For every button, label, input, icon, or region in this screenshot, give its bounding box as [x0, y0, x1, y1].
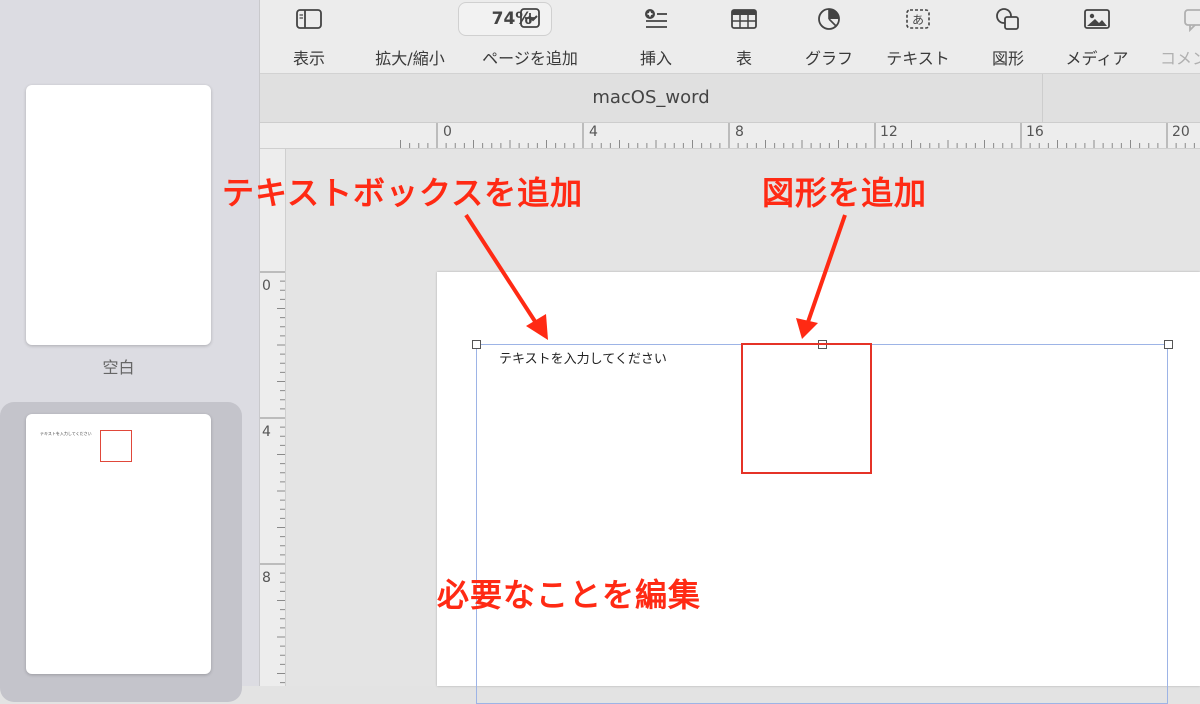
insert-label: 挿入 — [639, 49, 672, 68]
insert-list-icon — [645, 9, 667, 28]
page-thumbnail-current[interactable]: テキストを入力してください — [26, 414, 211, 674]
text-button[interactable]: あ テキスト — [876, 0, 960, 73]
ruler-label-8: 8 — [735, 124, 744, 140]
annotation-add-textbox: テキストボックスを追加 — [222, 174, 584, 212]
document-tab-bar: macOS_word — [260, 74, 1200, 123]
resize-handle-top-left[interactable] — [472, 340, 481, 349]
svg-text:あ: あ — [912, 13, 924, 27]
horizontal-ruler-ticks — [400, 123, 1195, 148]
shape-icon — [996, 8, 1019, 30]
plus-square-icon — [520, 8, 540, 28]
thumbnail-shape — [100, 430, 132, 462]
comment-icon — [1184, 9, 1200, 32]
vertical-ruler-ticks — [260, 271, 285, 684]
vruler-label-8: 8 — [262, 570, 271, 586]
ruler-label-0: 0 — [443, 124, 452, 140]
toolbar: 表示 74% 拡大/縮小 ページを追加 挿入 表 グラフ あ テキスト 図形 メ… — [260, 0, 1200, 74]
media-icon — [1084, 9, 1110, 29]
rectangle-shape[interactable] — [741, 343, 872, 474]
table-button[interactable]: 表 — [714, 0, 774, 73]
annotation-edit: 必要なことを編集 — [437, 576, 702, 614]
annotation-add-shape: 図形を追加 — [762, 174, 928, 212]
vruler-label-0: 0 — [262, 278, 271, 294]
comment-button[interactable]: コメント — [1154, 0, 1200, 73]
ruler-label-4: 4 — [589, 124, 598, 140]
ruler-label-20: 20 — [1172, 124, 1190, 140]
insert-button[interactable]: 挿入 — [626, 0, 686, 73]
chart-icon — [818, 8, 840, 30]
resize-handle-top-right[interactable] — [1164, 340, 1173, 349]
thumbnail-text: テキストを入力してください — [40, 431, 92, 436]
vruler-label-4: 4 — [262, 424, 271, 440]
page-thumbnail-blank[interactable] — [26, 85, 211, 345]
add-page-label: ページを追加 — [482, 49, 578, 68]
table-label: 表 — [735, 49, 752, 68]
sidebar-icon — [296, 9, 322, 29]
zoom-label: 拡大/縮小 — [375, 49, 445, 68]
text-box-placeholder[interactable]: テキストを入力してください — [499, 348, 667, 367]
page-thumbnail-sidebar: 空白 テキストを入力してください — [0, 0, 260, 702]
media-label: メディア — [1065, 49, 1129, 68]
document-title-tab[interactable]: macOS_word — [260, 74, 1043, 122]
ruler-label-12: 12 — [880, 124, 898, 140]
view-label: 表示 — [292, 49, 325, 68]
media-button[interactable]: メディア — [1055, 0, 1139, 73]
vertical-ruler[interactable]: 0 4 8 — [260, 149, 286, 686]
shape-button[interactable]: 図形 — [978, 0, 1038, 73]
shape-label: 図形 — [991, 49, 1024, 68]
page-thumbnail-label: 空白 — [102, 358, 135, 377]
chart-button[interactable]: グラフ — [794, 0, 864, 73]
table-icon — [731, 9, 757, 29]
zoom-control[interactable]: 74% 拡大/縮小 — [355, 0, 552, 73]
chart-label: グラフ — [804, 49, 853, 68]
text-label: テキスト — [886, 49, 950, 68]
horizontal-ruler[interactable]: 0 4 8 12 16 20 — [260, 123, 1200, 149]
view-button[interactable]: 表示 — [278, 0, 340, 73]
ruler-label-16: 16 — [1026, 124, 1044, 140]
add-page-button[interactable]: ページを追加 — [472, 0, 588, 73]
textbox-icon: あ — [906, 9, 930, 29]
comment-label: コメント — [1160, 49, 1200, 68]
